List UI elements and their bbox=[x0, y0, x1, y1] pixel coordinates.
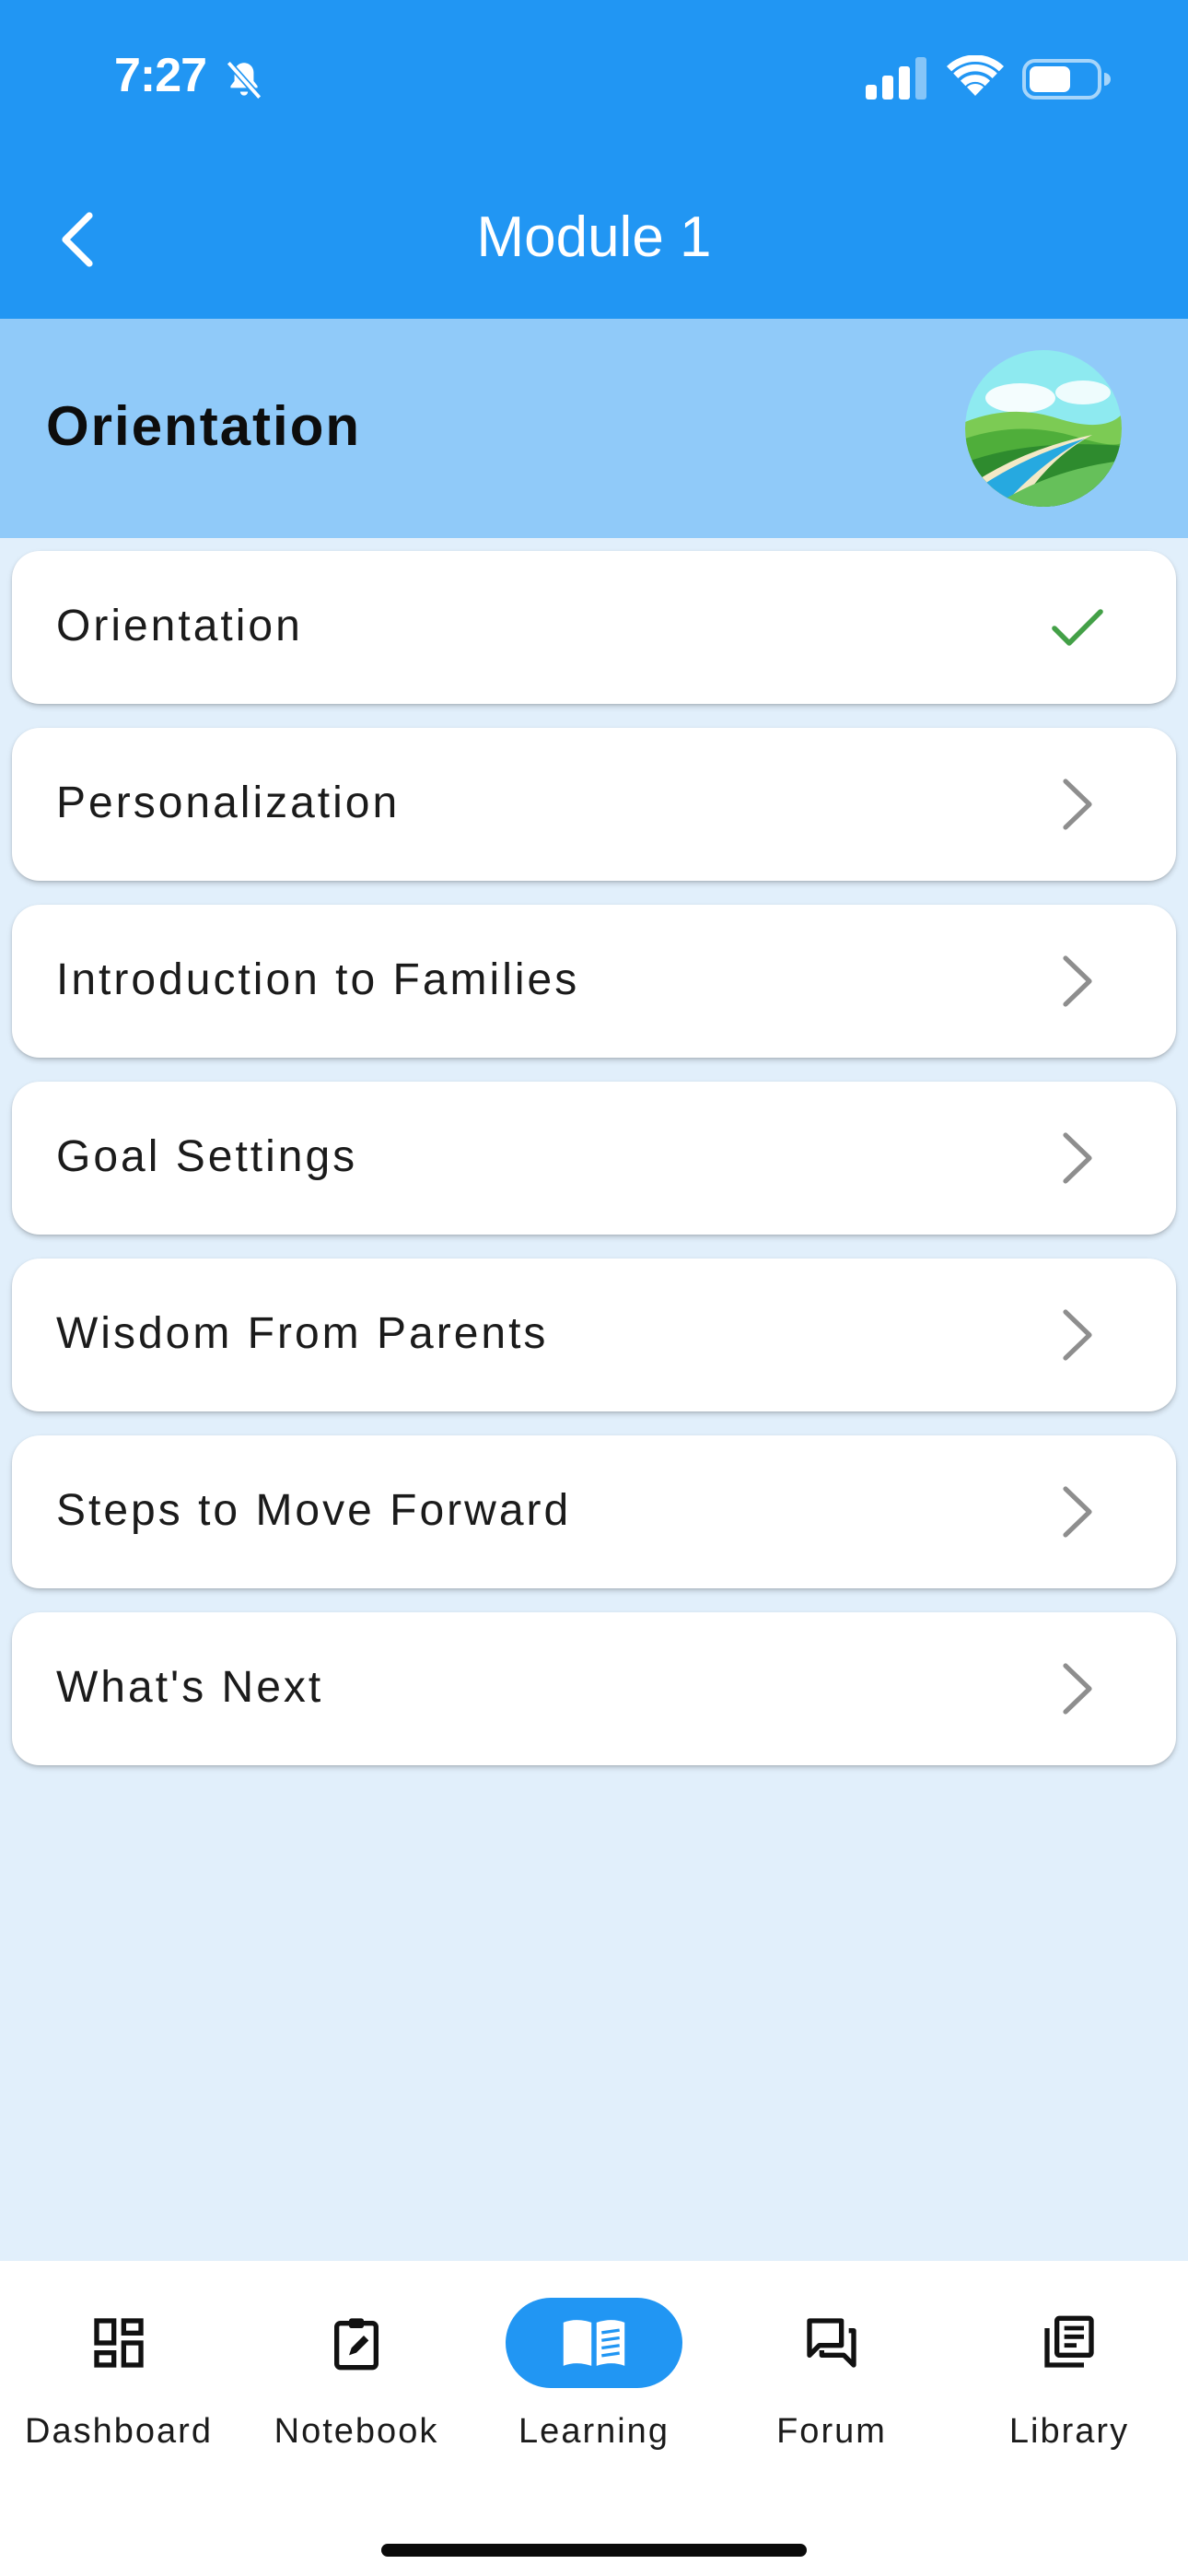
lesson-label: Personalization bbox=[56, 779, 401, 827]
lesson-label: Steps to Move Forward bbox=[56, 1486, 572, 1535]
tab-notebook[interactable]: Notebook bbox=[246, 2298, 467, 2464]
lesson-item-goal-settings[interactable]: Goal Settings bbox=[12, 1082, 1176, 1235]
tab-dashboard[interactable]: Dashboard bbox=[8, 2298, 229, 2464]
lesson-item-steps-to-move-forward[interactable]: Steps to Move Forward bbox=[12, 1435, 1176, 1588]
tab-label: Notebook bbox=[274, 2412, 439, 2451]
module-section-header: Orientation bbox=[0, 319, 1188, 538]
top-app-bar: 7:27 Module 1 bbox=[0, 0, 1188, 319]
battery-icon bbox=[1022, 59, 1111, 100]
page-title: Module 1 bbox=[476, 205, 712, 269]
notebook-icon bbox=[334, 2318, 379, 2371]
library-icon bbox=[1044, 2315, 1094, 2368]
module-avatar-image bbox=[965, 350, 1122, 507]
chevron-right-icon bbox=[1063, 1486, 1092, 1538]
dashboard-icon bbox=[94, 2318, 144, 2368]
checkmark-icon bbox=[1052, 609, 1103, 646]
status-time: 7:27 bbox=[114, 49, 207, 102]
lesson-item-whats-next[interactable]: What's Next bbox=[12, 1612, 1176, 1765]
chevron-right-icon bbox=[1063, 1132, 1092, 1184]
chevron-right-icon bbox=[1063, 1309, 1092, 1361]
tab-forum[interactable]: Forum bbox=[721, 2298, 942, 2464]
tab-label: Dashboard bbox=[25, 2412, 213, 2451]
lesson-item-orientation[interactable]: Orientation bbox=[12, 551, 1176, 704]
chevron-right-icon bbox=[1063, 955, 1092, 1007]
tab-label: Library bbox=[1008, 2412, 1130, 2451]
lesson-label: Introduction to Families bbox=[56, 955, 580, 1004]
lesson-label: Wisdom From Parents bbox=[56, 1309, 549, 1358]
lesson-label: Goal Settings bbox=[56, 1132, 358, 1181]
lesson-item-wisdom-from-parents[interactable]: Wisdom From Parents bbox=[12, 1259, 1176, 1411]
tab-learning[interactable]: Learning bbox=[483, 2298, 705, 2464]
lesson-label: What's Next bbox=[56, 1663, 324, 1712]
chevron-right-icon bbox=[1063, 779, 1092, 830]
lesson-label: Orientation bbox=[56, 602, 303, 650]
forum-icon bbox=[807, 2318, 856, 2368]
book-open-icon bbox=[563, 2320, 625, 2366]
wifi-icon bbox=[947, 55, 1004, 96]
signal-icon bbox=[866, 57, 926, 100]
tab-label: Forum bbox=[776, 2412, 887, 2451]
lesson-item-introduction-to-families[interactable]: Introduction to Families bbox=[12, 905, 1176, 1058]
bell-off-icon bbox=[226, 60, 262, 100]
tab-library[interactable]: Library bbox=[959, 2298, 1180, 2464]
bottom-tab-bar: Dashboard Notebook Learning Forum Librar… bbox=[0, 2261, 1188, 2576]
section-title: Orientation bbox=[46, 395, 362, 457]
lesson-item-personalization[interactable]: Personalization bbox=[12, 728, 1176, 881]
home-indicator[interactable] bbox=[381, 2544, 807, 2557]
chevron-right-icon bbox=[1063, 1663, 1092, 1715]
tab-label: Learning bbox=[518, 2412, 670, 2451]
